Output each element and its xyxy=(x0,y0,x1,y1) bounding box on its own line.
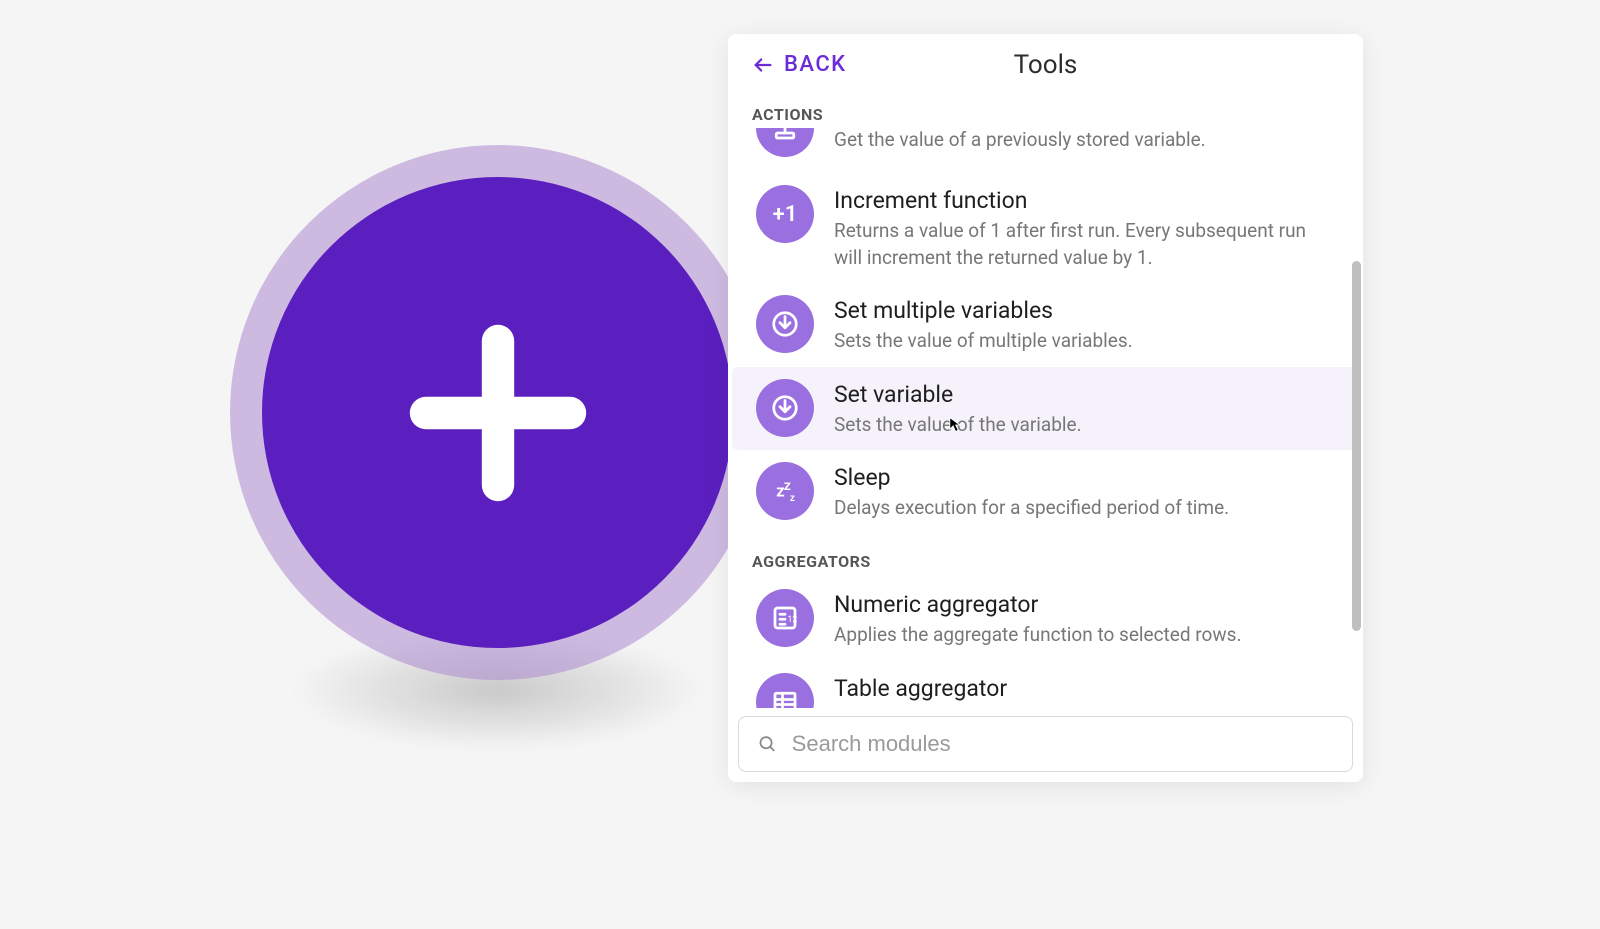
action-item-sleep[interactable]: zzz Sleep Delays execution for a specifi… xyxy=(732,450,1359,534)
search-box[interactable] xyxy=(738,716,1353,772)
panel-body: ACTIONS Get variable Get the value of a … xyxy=(728,91,1363,708)
item-title: Table aggregator xyxy=(834,675,1007,702)
action-item-increment[interactable]: +1 Increment function Returns a value of… xyxy=(732,173,1359,283)
arrow-left-icon xyxy=(752,54,774,76)
item-desc: Sets the value of multiple variables. xyxy=(834,328,1133,355)
scrollbar-thumb[interactable] xyxy=(1352,261,1361,631)
back-label: BACK xyxy=(784,52,847,77)
back-button[interactable]: BACK xyxy=(752,52,847,77)
zzz-icon: zzz xyxy=(756,462,814,520)
search-input[interactable] xyxy=(792,731,1334,757)
scroll-inner: Get variable Get the value of a previous… xyxy=(728,127,1363,708)
item-desc: Returns a value of 1 after first run. Ev… xyxy=(834,218,1335,271)
svg-text:12: 12 xyxy=(788,615,798,625)
action-item-set-variable[interactable]: Set variable Sets the value of the varia… xyxy=(732,367,1359,451)
plus-icon xyxy=(408,323,588,503)
aggregator-item-numeric[interactable]: 12 Numeric aggregator Applies the aggreg… xyxy=(732,577,1359,661)
item-desc: Get the value of a previously stored var… xyxy=(834,127,1206,154)
item-desc: Delays execution for a specified period … xyxy=(834,495,1229,522)
panel-footer xyxy=(728,708,1363,782)
item-title: Set variable xyxy=(834,381,1082,408)
item-title: Set multiple variables xyxy=(834,297,1133,324)
plus-one-icon: +1 xyxy=(756,185,814,243)
section-heading-aggregators: AGGREGATORS xyxy=(728,534,1363,577)
action-item-set-multi[interactable]: Set multiple variables Sets the value of… xyxy=(732,283,1359,367)
item-desc: Sets the value of the variable. xyxy=(834,412,1082,439)
up-tray-icon xyxy=(756,127,814,157)
item-title: Sleep xyxy=(834,464,1229,491)
add-module-node[interactable] xyxy=(230,145,765,680)
panel-title: Tools xyxy=(1014,50,1078,80)
search-icon xyxy=(757,733,778,755)
aggregator-item-table[interactable]: Table aggregator xyxy=(732,661,1359,708)
section-heading-pinned: ACTIONS xyxy=(728,91,1363,128)
table-icon xyxy=(756,673,814,708)
item-desc: Applies the aggregate function to select… xyxy=(834,622,1241,649)
panel-header: BACK Tools xyxy=(728,34,1363,91)
down-tray-icon xyxy=(756,295,814,353)
list-num-icon: 12 xyxy=(756,589,814,647)
module-picker-panel: BACK Tools ACTIONS Get variable Get the … xyxy=(728,34,1363,782)
item-title: Numeric aggregator xyxy=(834,591,1241,618)
action-item-get-variable[interactable]: Get variable Get the value of a previous… xyxy=(732,127,1359,173)
down-tray-icon xyxy=(756,379,814,437)
module-scroll-area[interactable]: Get variable Get the value of a previous… xyxy=(728,91,1363,708)
item-title: Increment function xyxy=(834,187,1335,214)
